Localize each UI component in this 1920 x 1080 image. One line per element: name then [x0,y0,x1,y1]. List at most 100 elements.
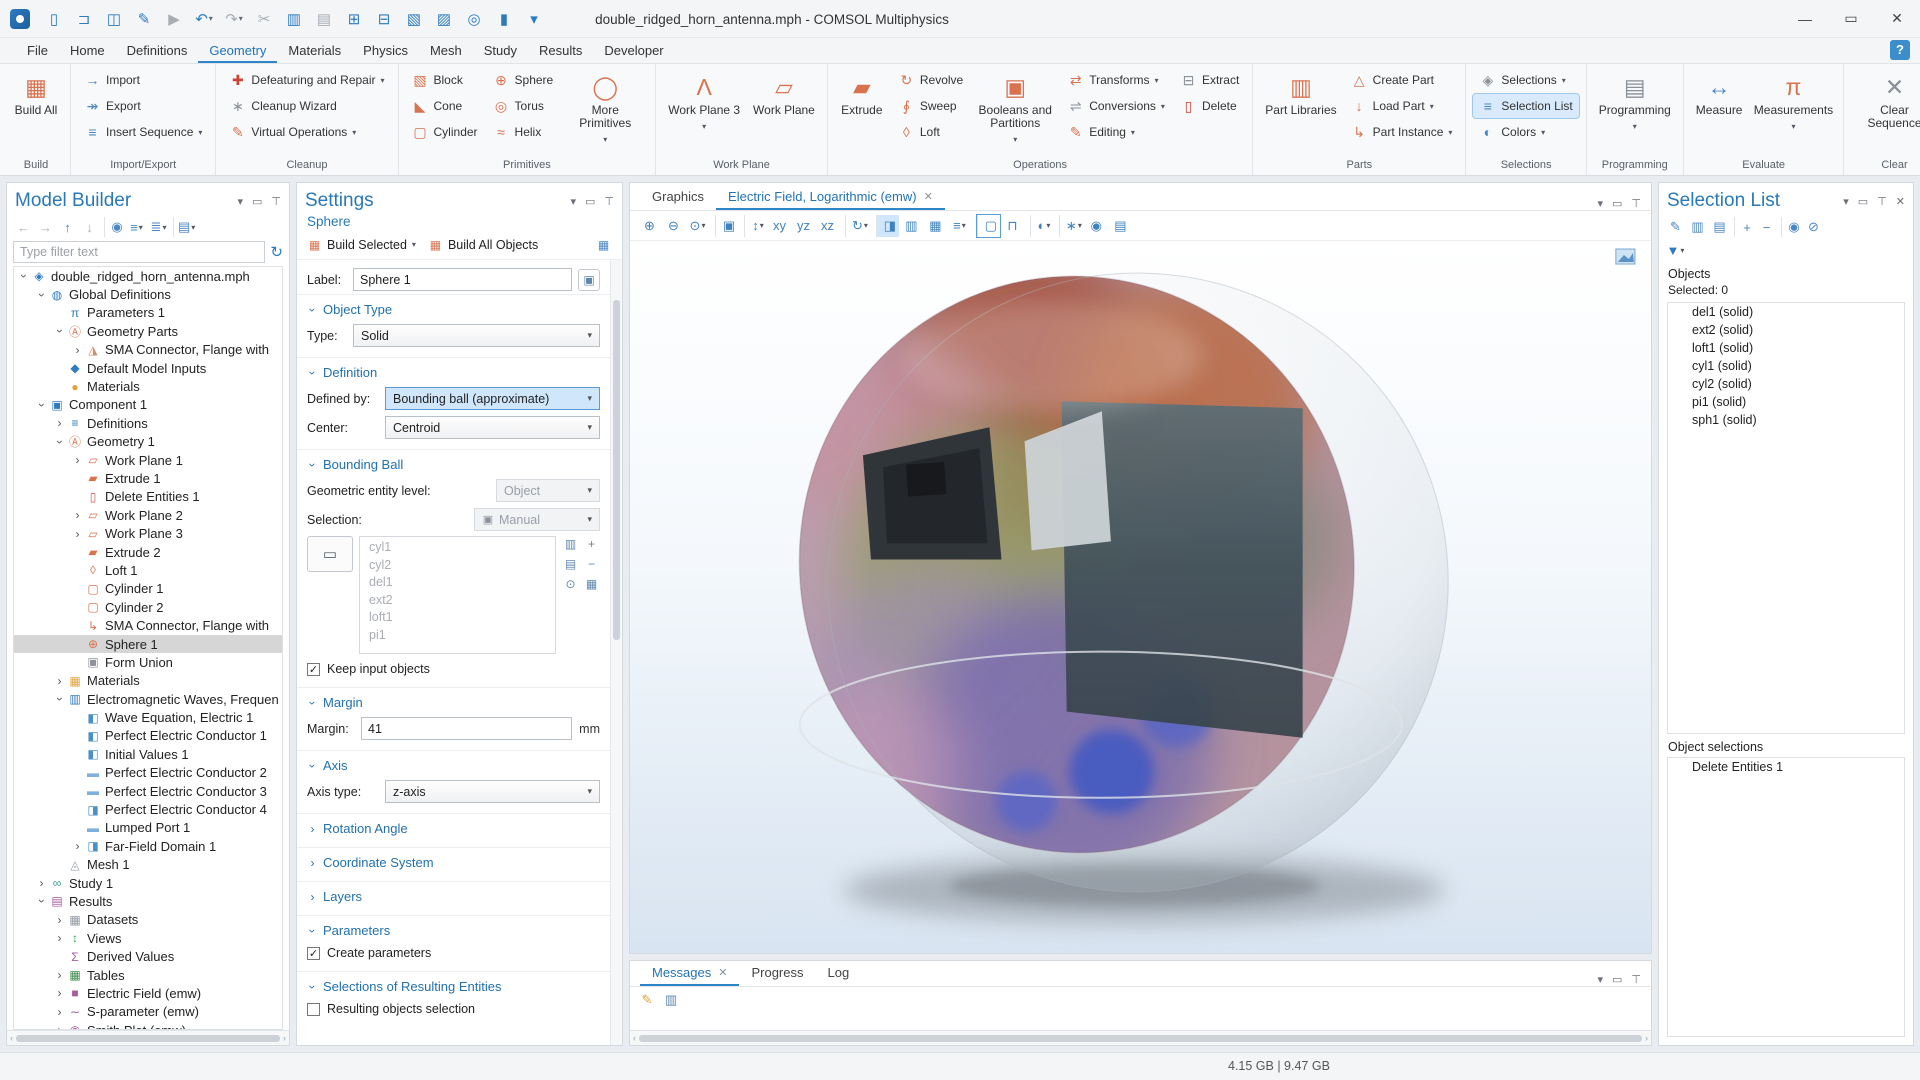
tree-expander-icon[interactable] [52,692,67,706]
tree-item[interactable]: Default Model Inputs [14,359,282,377]
panel-menu-icon[interactable]: ▾ [1597,973,1603,986]
save-icon[interactable]: ◫▾ [100,6,128,32]
rotation-angle-section-header[interactable]: ›Rotation Angle [297,820,610,837]
graphics-canvas[interactable] [630,241,1651,953]
tree-item[interactable]: Geometry Parts [14,322,282,340]
tree-item[interactable]: Extrude 1 [14,469,282,487]
copy-icon[interactable]: ▥▾ [280,6,308,32]
defined-by-select[interactable]: Bounding ball (approximate) [385,387,600,410]
run-icon[interactable]: ▶▾ [160,6,188,32]
object-list-item[interactable]: cyl1 (solid) [1668,357,1904,375]
tree-expander-icon[interactable] [52,968,67,982]
window-layout-icon[interactable]: ▮▾ [490,6,518,32]
menu-tab[interactable]: Mesh [419,39,473,63]
resulting-objects-selection-checkbox[interactable] [307,1003,320,1016]
tree-item[interactable]: Delete Entities 1 [14,488,282,506]
measurements-button[interactable]: πMeasurements▾ [1750,68,1836,157]
load-part-button[interactable]: ↓Load Part▾ [1345,94,1459,118]
graphics-tab[interactable]: Electric Field, Logarithmic (emw) ✕ [716,184,945,210]
definition-section-header[interactable]: ›Definition [297,364,610,381]
transparency-icon[interactable]: ◨▾ [876,215,899,237]
settings-scrollbar[interactable] [610,260,622,1045]
delete-icon[interactable]: ⊟▾ [370,6,398,32]
torus-button[interactable]: ◎Torus [487,94,560,118]
close-tab-icon[interactable]: ✕ [924,190,933,203]
tree-item[interactable]: Work Plane 1 [14,451,282,469]
zoom-in-icon[interactable]: ⊕▾ [638,215,661,237]
selection-list-button[interactable]: ≡Selection List [1473,94,1578,118]
view-lock-icon[interactable]: ⊓▾ [1001,215,1024,237]
tree-item[interactable]: Wave Equation, Electric 1 [14,708,282,726]
active-selection-toggle[interactable]: ▭ [307,536,353,572]
build-all-button[interactable]: ▦ Build All [9,68,63,157]
programming-button[interactable]: ▤Programming▾ [1594,68,1676,157]
visibility-icon[interactable]: ◉ [1781,217,1802,237]
axis-section-header[interactable]: ›Axis [297,757,610,774]
zoom-to-selection-icon[interactable]: ⊙ [562,576,579,592]
scroll-left-icon[interactable]: ‹ [10,1033,13,1043]
qat-overflow-icon[interactable]: ▾▾ [520,6,548,32]
loft-button[interactable]: ◊Loft [892,120,969,144]
tree-item[interactable]: Cylinder 2 [14,598,282,616]
snapshot-icon[interactable]: ◉▾ [1085,215,1108,237]
redo-icon[interactable]: ↷▾ [220,6,248,32]
tree-item[interactable]: Work Plane 2 [14,506,282,524]
tree-item[interactable]: Perfect Electric Conductor 3 [14,782,282,800]
tree-expander-icon[interactable] [70,343,85,357]
zoom-out-icon[interactable]: ⊖▾ [662,215,685,237]
float-panel-icon[interactable]: ▭ [252,195,262,208]
move-down-icon[interactable]: ↓▾ [79,217,100,237]
delete-button[interactable]: ▯Delete [1174,94,1245,118]
revolve-button[interactable]: ↻Revolve [892,68,969,92]
new-file-icon[interactable]: ▯▾ [40,6,68,32]
help-button[interactable]: ? [1890,40,1910,60]
object-list-item[interactable]: del1 (solid) [1668,303,1904,321]
clear-sequence-button[interactable]: ✕Clear Sequence [1851,68,1920,157]
object-selection-item[interactable]: Delete Entities 1 [1668,758,1904,776]
scene-light-icon[interactable]: ◐▾ [1030,215,1053,237]
tree-expander-icon[interactable] [52,435,67,449]
clear-selection-icon[interactable]: ▨▾ [430,6,458,32]
block-button[interactable]: ▧Block [406,68,484,92]
print-icon[interactable]: ▤▾ [1109,215,1132,237]
scrollbar-thumb[interactable] [639,1035,1642,1042]
close-panel-icon[interactable]: ✕ [1896,195,1905,208]
create-parameters-checkbox[interactable] [307,947,320,960]
margin-section-header[interactable]: ›Margin [297,694,610,711]
bounding-ball-section-header[interactable]: ›Bounding Ball [297,456,610,473]
material-color-icon[interactable]: ▥▾ [900,215,923,237]
back-icon[interactable]: ←▾ [13,217,34,237]
copy-text-icon[interactable]: ▥ [662,991,680,1009]
new-selection-icon[interactable]: ✎ [1665,217,1686,237]
object-list-item[interactable]: ext2 (solid) [1668,321,1904,339]
tree-item[interactable]: SMA Connector, Flange with [14,341,282,359]
go-to-xy-view-icon[interactable]: xy▾ [768,215,791,237]
tree-item[interactable]: Sphere 1 [14,635,282,653]
panel-menu-icon[interactable]: ▾ [237,195,243,208]
resulting-entities-section-header[interactable]: ›Selections of Resulting Entities [297,978,610,995]
export-button[interactable]: ↠Export [78,94,208,118]
paste-selection-icon[interactable]: ▤ [1709,217,1730,237]
scroll-left-icon[interactable]: ‹ [633,1033,636,1043]
tree-item[interactable]: Component 1 [14,396,282,414]
tree-expander-icon[interactable] [34,876,49,890]
tree-item[interactable]: Parameters 1 [14,304,282,322]
work-plane-button[interactable]: ▱Work Plane [748,68,820,157]
expand-all-icon[interactable]: ≣▾ [148,217,169,237]
scene-rotation-icon[interactable]: ↻▾ [845,215,870,237]
close-button[interactable]: ✕ [1874,0,1920,38]
tree-item[interactable]: Materials [14,377,282,395]
axis-type-select[interactable]: z-axis [385,780,600,803]
horizontal-scrollbar[interactable]: ‹ › [7,1030,289,1045]
object-list-item[interactable]: pi1 (solid) [1668,393,1904,411]
tree-expander-icon[interactable] [34,398,49,412]
suppress-icon[interactable]: ⊘ [1803,217,1824,237]
duplicate-icon[interactable]: ⊞▾ [340,6,368,32]
cut-icon[interactable]: ✂▾ [250,6,278,32]
cleanup-wizard-button[interactable]: ∗Cleanup Wizard [223,94,390,118]
label-action-button[interactable]: ▣ [578,269,600,291]
tree-item[interactable]: Electromagnetic Waves, Frequen [14,690,282,708]
add-icon[interactable]: + [583,536,600,552]
menu-tab[interactable]: Study [473,39,528,63]
tree-item[interactable]: Cylinder 1 [14,580,282,598]
